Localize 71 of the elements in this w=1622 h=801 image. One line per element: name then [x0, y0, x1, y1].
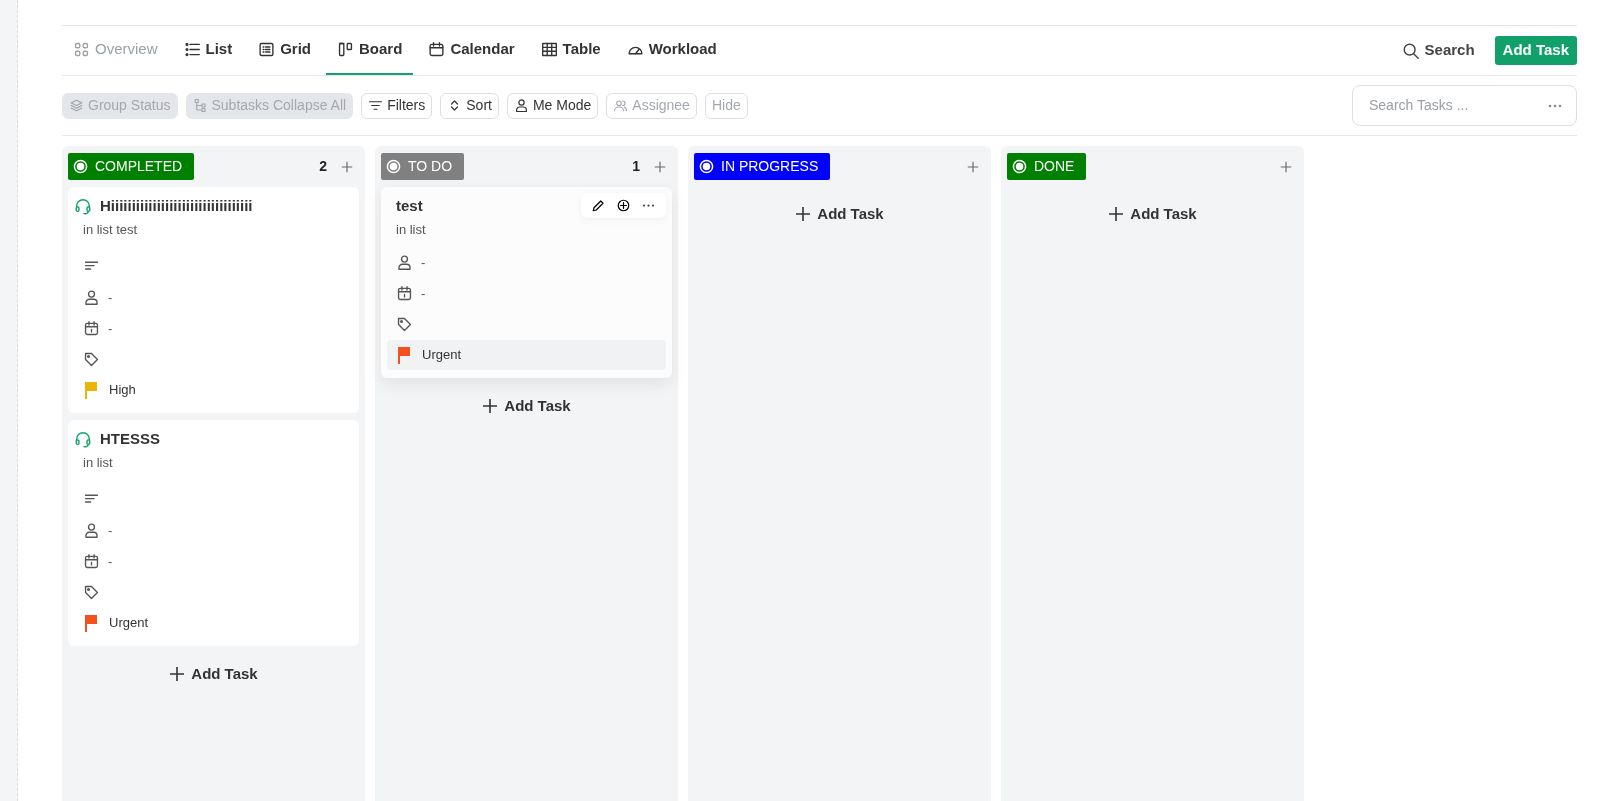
squares-icon — [73, 41, 90, 58]
status-tag: TO DO — [381, 152, 465, 180]
person-icon — [396, 254, 413, 271]
calendar-icon — [83, 320, 100, 337]
view-tab[interactable]: Calendar — [417, 26, 526, 75]
filter-icon — [368, 98, 384, 113]
task-list-name: in list — [82, 453, 114, 472]
toolbar-button[interactable]: Me Mode — [506, 92, 599, 119]
table-icon — [540, 41, 558, 58]
status-tag: DONE — [1007, 152, 1087, 180]
add-task-button[interactable]: Add Task — [482, 385, 571, 428]
person-icon — [83, 289, 100, 306]
search-tasks-field[interactable]: Search Tasks ... — [1352, 85, 1577, 126]
status-circle-icon — [1012, 158, 1027, 174]
add-task-button[interactable]: Add Task — [169, 653, 258, 696]
tag-icon — [83, 584, 100, 601]
plus-icon — [169, 666, 186, 683]
assignee-value: - — [421, 253, 426, 272]
task-list-name: in list — [395, 220, 427, 239]
plus-icon — [795, 206, 812, 223]
calendar-icon — [396, 285, 413, 302]
priority-label: Urgent — [109, 614, 149, 633]
due-date-value: - — [421, 284, 426, 303]
list-box-icon — [258, 41, 276, 58]
add-task-button[interactable]: Add Task — [795, 193, 884, 236]
status-tag: COMPLETED — [68, 152, 195, 180]
list-icon — [183, 41, 201, 58]
task-card[interactable]: test in list - - Urgent — [381, 187, 672, 378]
tag-icon — [396, 316, 413, 333]
priority-label: High — [109, 381, 136, 400]
task-card[interactable]: HTESSS in list - - Urgent — [68, 420, 359, 646]
view-tab[interactable]: Table — [529, 26, 612, 75]
layers-icon — [69, 98, 84, 113]
task-list-name: in list test — [82, 220, 139, 239]
calendar-icon — [83, 553, 100, 570]
status-circle-icon — [699, 158, 714, 174]
edit-icon[interactable] — [591, 198, 606, 213]
calendar-icon — [428, 41, 446, 58]
search-icon — [1401, 41, 1420, 60]
view-tab[interactable]: Workload — [615, 26, 728, 75]
person-icon — [83, 522, 100, 539]
status-circle-icon — [386, 158, 401, 174]
toolbar-button[interactable]: Sort — [440, 92, 499, 119]
more-icon[interactable] — [1548, 103, 1562, 108]
tag-icon — [83, 351, 100, 368]
assignee-value: - — [108, 521, 113, 540]
task-title: test — [396, 196, 423, 216]
board-icon — [337, 41, 355, 58]
task-title: Hiiiiiiiiiiiiiiiiiiiiiiiiiiiiiiiiii — [100, 196, 253, 216]
assignee-value: - — [108, 288, 113, 307]
status-tag: IN PROGRESS — [694, 152, 831, 180]
add-task-button[interactable]: Add Task — [1108, 193, 1197, 236]
search-button[interactable]: Search — [1395, 38, 1481, 63]
task-count: 2 — [319, 156, 327, 176]
task-title: HTESSS — [100, 429, 160, 449]
view-tab[interactable]: List — [172, 26, 244, 75]
view-tab[interactable]: Board — [326, 26, 414, 75]
toolbar-button[interactable]: Filters — [361, 92, 433, 119]
priority-label: Urgent — [422, 346, 462, 365]
due-date-value: - — [108, 552, 113, 571]
plus-icon — [482, 398, 499, 415]
status-circle-icon — [73, 158, 88, 174]
task-card[interactable]: Hiiiiiiiiiiiiiiiiiiiiiiiiiiiiiiiiii in list test - - High — [68, 187, 359, 413]
people-icon — [613, 98, 629, 113]
add-icon[interactable] — [616, 198, 631, 213]
task-count: 1 — [632, 156, 640, 176]
view-tab[interactable]: Grid — [247, 26, 323, 75]
plus-icon — [1108, 206, 1125, 223]
person-icon — [513, 98, 529, 113]
subtask-icon — [192, 98, 208, 113]
due-date-value: - — [108, 319, 113, 338]
